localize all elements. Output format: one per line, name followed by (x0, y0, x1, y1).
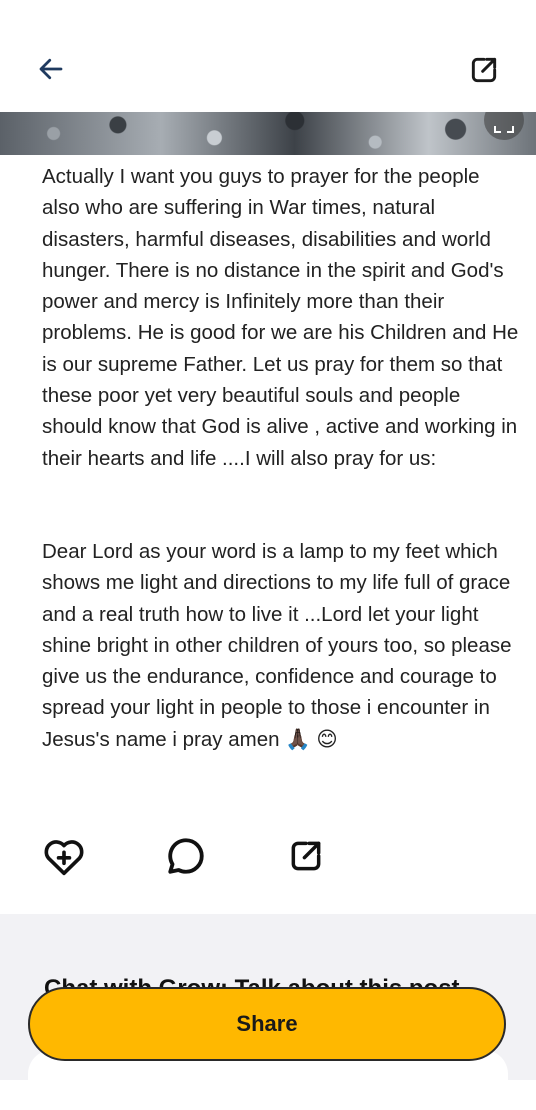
expand-image-button[interactable] (484, 112, 524, 140)
open-external-button[interactable] (464, 50, 504, 90)
post-image[interactable] (0, 112, 536, 155)
expand-icon (494, 126, 514, 133)
post-paragraph: Actually I want you guys to prayer for t… (42, 165, 519, 470)
share-post-button[interactable] (284, 834, 328, 878)
post-actions (42, 834, 342, 878)
arrow-left-icon (39, 58, 63, 80)
comment-button[interactable] (164, 834, 208, 878)
top-bar (0, 0, 536, 112)
like-button[interactable] (42, 834, 86, 878)
back-button[interactable] (32, 50, 70, 88)
heart-plus-icon (44, 840, 84, 876)
share-button[interactable]: Share (28, 987, 506, 1061)
external-link-icon (291, 841, 321, 871)
external-link-icon (471, 57, 497, 83)
comment-bubble-icon (168, 838, 204, 874)
post-paragraph: Dear Lord as your word is a lamp to my f… (42, 539, 512, 751)
post-body: Actually I want you guys to prayer for t… (42, 161, 522, 755)
